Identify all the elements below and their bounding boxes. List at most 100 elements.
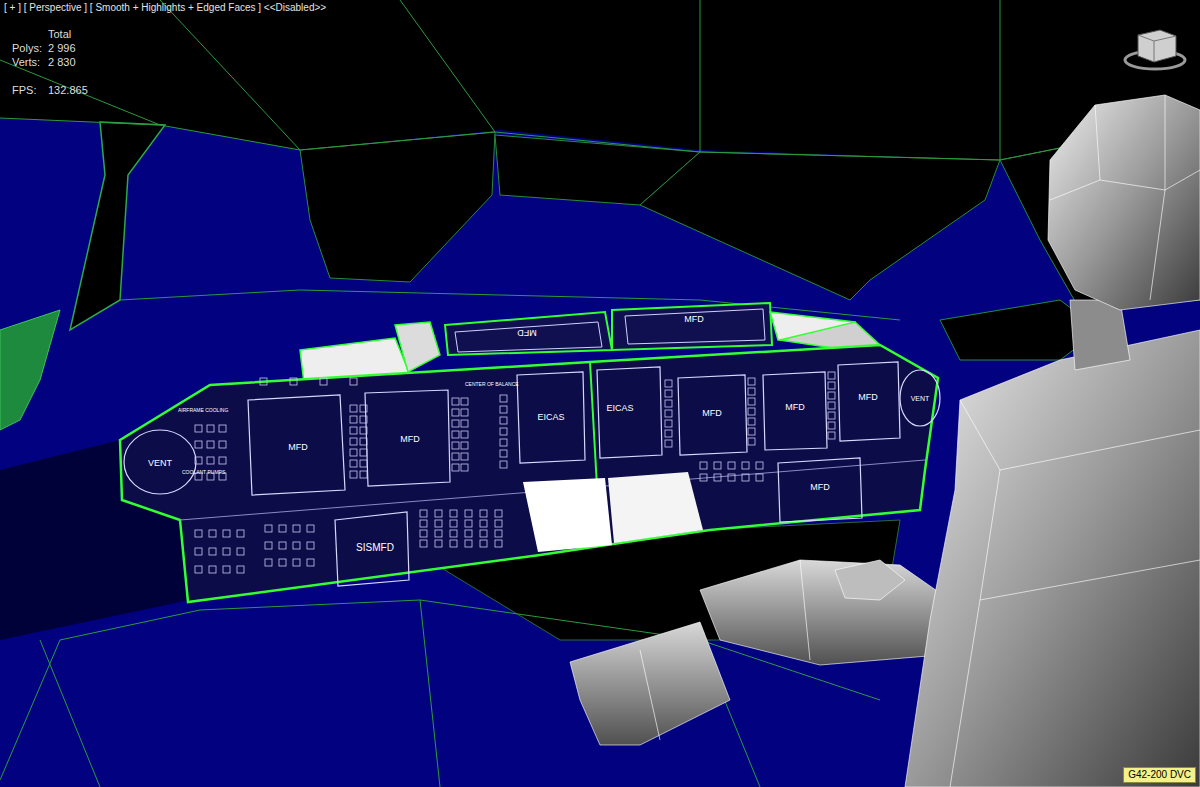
panel-switch — [260, 378, 267, 385]
panel-switch — [195, 548, 202, 555]
panel-switch — [828, 392, 835, 399]
panel-label: MFD — [288, 442, 308, 452]
panel-switch — [265, 542, 272, 549]
panel-switch — [480, 540, 487, 547]
panel-switch — [195, 566, 202, 573]
panel-switch — [307, 542, 314, 549]
panel-switch — [500, 450, 507, 457]
panel-switch — [265, 559, 272, 566]
viewcube-icon[interactable] — [1125, 30, 1185, 69]
panel-label: VENT — [148, 458, 173, 468]
panel-switch — [495, 540, 502, 547]
panel-switch — [480, 510, 487, 517]
panel-switch — [420, 510, 427, 517]
panel-label: VENT — [911, 395, 930, 402]
panel-switch — [307, 525, 314, 532]
stats-grid: Polys:2 996Verts:2 830 — [12, 41, 88, 69]
panel-label: MFD — [702, 408, 722, 418]
panel-switch — [279, 542, 286, 549]
panel-switch — [307, 559, 314, 566]
panel-switch — [350, 427, 357, 434]
panel-label: MFD — [858, 392, 878, 402]
panel-switch — [748, 438, 755, 445]
panel-switch — [207, 425, 214, 432]
panel-switch — [350, 449, 357, 456]
fps-label: FPS: — [12, 83, 48, 97]
viewport[interactable]: MFDMFDVENTMFDMFDEICASEICASMFDMFDMFDVENTM… — [0, 0, 1200, 787]
panel-label: MFD — [810, 482, 830, 492]
panel-switch — [461, 453, 468, 460]
panel-switch — [461, 398, 468, 405]
panel-switch — [495, 530, 502, 537]
panel-switch — [237, 548, 244, 555]
panel-switch — [748, 408, 755, 415]
object-name-label: G42-200 DVC — [1123, 767, 1196, 783]
panel-switch — [420, 530, 427, 537]
panel-switch — [452, 409, 459, 416]
panel-switch — [748, 388, 755, 395]
panel-switch — [461, 431, 468, 438]
panel-switch — [828, 402, 835, 409]
panel-switch — [665, 440, 672, 447]
panel-switch — [465, 540, 472, 547]
panel-switch — [350, 471, 357, 478]
panel-switch — [748, 418, 755, 425]
fps-row: FPS:132.865 — [12, 83, 88, 97]
windows — [0, 0, 1200, 787]
panel-switch — [756, 474, 763, 481]
panel-switch — [452, 464, 459, 471]
panel-switch — [828, 372, 835, 379]
panel-switch — [665, 420, 672, 427]
panel-switch — [480, 520, 487, 527]
fps-value: 132.865 — [48, 83, 88, 97]
panel-switch — [465, 520, 472, 527]
panel-switch — [195, 441, 202, 448]
panel-switch — [828, 422, 835, 429]
panel-switch — [420, 540, 427, 547]
panel-switch — [350, 405, 357, 412]
panel-switch — [360, 471, 367, 478]
panel-switch — [665, 390, 672, 397]
panel-switch — [450, 510, 457, 517]
pilot-figure — [570, 95, 1200, 787]
panel-switch — [461, 464, 468, 471]
panel-switch — [265, 525, 272, 532]
scene-canvas[interactable]: MFDMFDVENTMFDMFDEICASEICASMFDMFDMFDVENTM… — [0, 0, 1200, 787]
panel-switch — [360, 449, 367, 456]
panel-label: MFD — [400, 434, 420, 444]
panel-switch — [742, 474, 749, 481]
panel-switch — [728, 462, 735, 469]
panel-label: SISMFD — [356, 542, 394, 553]
panel-switch — [279, 525, 286, 532]
panel-switch — [223, 548, 230, 555]
stat-label: Polys: — [12, 41, 48, 55]
panel-switch — [320, 378, 327, 385]
panel-switch — [500, 395, 507, 402]
panel-switch — [828, 432, 835, 439]
viewport-label[interactable]: [ + ] [ Perspective ] [ Smooth + Highlig… — [4, 1, 326, 15]
panel-label: EICAS — [606, 403, 633, 413]
panel-switch — [828, 412, 835, 419]
panel-caption: AIRFRAME COOLING — [178, 407, 228, 413]
panel-switch — [237, 530, 244, 537]
stats-heading: Total — [12, 27, 88, 41]
panel-switch — [219, 457, 226, 464]
panel-switch — [500, 417, 507, 424]
panel-switch — [435, 510, 442, 517]
panel-switch — [461, 442, 468, 449]
panel-label: MFD — [517, 328, 537, 338]
panel-switch — [480, 530, 487, 537]
panel-switch — [450, 520, 457, 527]
panel-caption: CENTER OF BALANCE — [465, 381, 519, 387]
panel-switch — [350, 378, 357, 385]
panel-switch — [195, 457, 202, 464]
panel-switch — [452, 431, 459, 438]
panel-switch — [495, 520, 502, 527]
panel-label: EICAS — [537, 412, 564, 422]
panel-switch — [700, 474, 707, 481]
panel-switch — [500, 439, 507, 446]
panel-label: MFD — [684, 314, 704, 324]
panel-switch — [700, 462, 707, 469]
panel-switch — [435, 530, 442, 537]
panel-switch — [350, 416, 357, 423]
